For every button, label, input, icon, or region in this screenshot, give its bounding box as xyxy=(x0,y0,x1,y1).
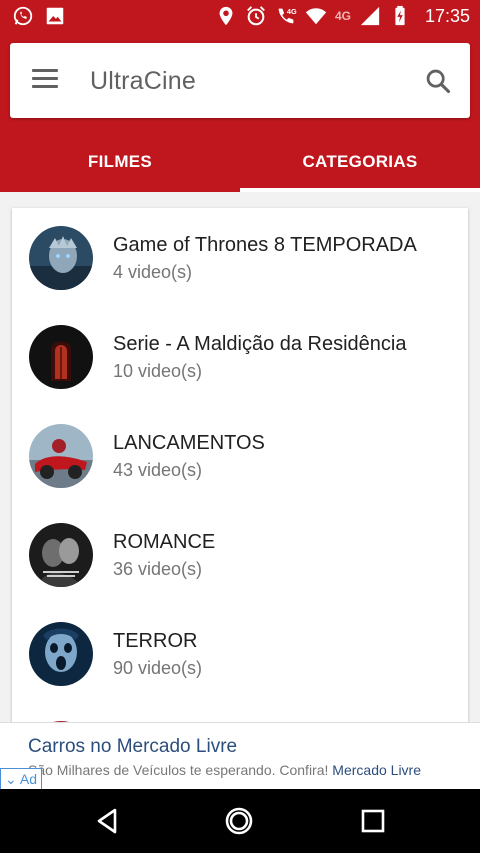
chevron-down-icon: ⌄ xyxy=(5,771,17,787)
category-title: LANCAMENTOS xyxy=(113,432,265,454)
alarm-icon xyxy=(247,6,265,26)
home-icon[interactable] xyxy=(223,805,255,837)
category-thumbnail xyxy=(29,226,93,290)
ad-badge-label: Ad xyxy=(19,771,37,787)
battery-icon xyxy=(395,5,405,26)
category-title: Serie - A Maldição da Residência xyxy=(113,333,407,355)
signal-icon xyxy=(360,6,380,26)
hamburger-menu-icon[interactable] xyxy=(32,69,58,91)
tab-bar: FILMES CATEGORIAS xyxy=(0,132,480,192)
clock: 17:35 xyxy=(424,5,470,26)
network-type: 4G xyxy=(334,9,351,23)
navigation-bar xyxy=(0,789,480,853)
category-title: ROMANCE xyxy=(113,531,216,553)
image-icon xyxy=(46,7,64,25)
wifi-icon xyxy=(305,8,327,25)
list-item[interactable]: TERROR 90 video(s) xyxy=(12,604,468,703)
category-count: 90 video(s) xyxy=(113,658,203,678)
ad-banner[interactable]: Carros no Mercado Livre São Milhares de … xyxy=(0,722,480,790)
category-count: 43 video(s) xyxy=(113,460,203,480)
category-count: 4 video(s) xyxy=(113,262,193,282)
recents-icon[interactable] xyxy=(357,805,389,837)
tab-indicator xyxy=(240,188,480,192)
tab-filmes[interactable]: FILMES xyxy=(0,132,240,192)
category-list: Game of Thrones 8 TEMPORADA 4 video(s) S… xyxy=(12,208,468,748)
location-icon xyxy=(219,6,233,26)
list-item[interactable]: Serie - A Maldição da Residência 10 vide… xyxy=(12,307,468,406)
wifi-call-icon: 4G xyxy=(278,7,297,24)
category-thumbnail xyxy=(29,622,93,686)
app-header: 4G 4G 17:35 UltraCine FILMES CATEGORIAS xyxy=(0,0,480,192)
category-title: TERROR xyxy=(113,630,198,652)
ad-title[interactable]: Carros no Mercado Livre xyxy=(28,736,237,758)
category-count: 10 video(s) xyxy=(113,361,203,381)
list-item[interactable]: Game of Thrones 8 TEMPORADA 4 video(s) xyxy=(12,208,468,307)
back-icon[interactable] xyxy=(91,805,123,837)
status-bar: 4G 4G 17:35 xyxy=(0,0,480,34)
category-thumbnail xyxy=(29,523,93,587)
search-icon[interactable] xyxy=(424,67,452,95)
category-count: 36 video(s) xyxy=(113,559,203,579)
search-bar[interactable]: UltraCine xyxy=(10,43,470,118)
list-item[interactable]: ROMANCE 36 video(s) xyxy=(12,505,468,604)
svg-text:4G: 4G xyxy=(287,7,297,16)
ad-choices-badge[interactable]: ⌄ Ad xyxy=(0,768,42,790)
app-title: UltraCine xyxy=(90,67,196,95)
ad-description: São Milhares de Veículos te esperando. C… xyxy=(28,762,421,778)
ad-description-text: São Milhares de Veículos te esperando. C… xyxy=(28,762,329,778)
category-thumbnail xyxy=(29,424,93,488)
ad-link[interactable]: Mercado Livre xyxy=(332,762,421,778)
whatsapp-icon xyxy=(13,6,33,26)
tab-categorias[interactable]: CATEGORIAS xyxy=(240,132,480,192)
category-title: Game of Thrones 8 TEMPORADA xyxy=(113,234,417,256)
list-item[interactable]: LANCAMENTOS 43 video(s) xyxy=(12,406,468,505)
app-screen: 4G 4G 17:35 UltraCine FILMES CATEGORIAS … xyxy=(0,0,480,853)
category-thumbnail xyxy=(29,325,93,389)
